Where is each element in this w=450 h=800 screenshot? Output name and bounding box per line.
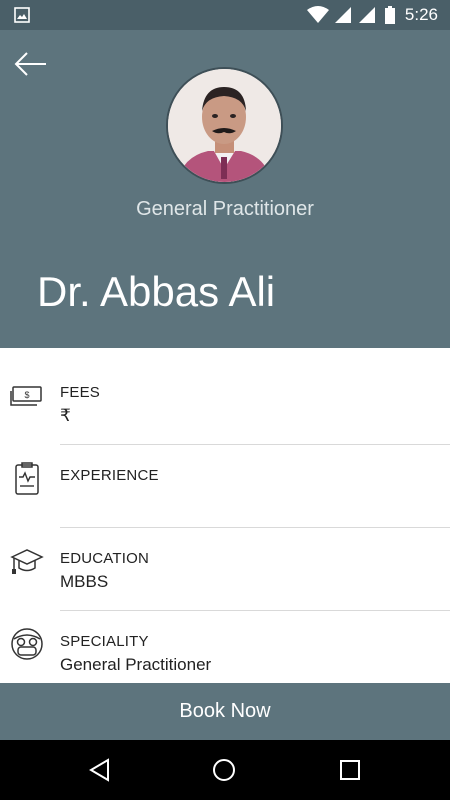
- status-bar: 5:26: [0, 0, 450, 30]
- home-circle-icon[interactable]: [210, 756, 240, 784]
- education-label: EDUCATION: [60, 550, 150, 567]
- graduation-cap-icon: [10, 544, 44, 578]
- detail-row-education: EDUCATION MBBS: [0, 514, 450, 597]
- detail-row-experience: EXPERIENCE: [0, 431, 450, 514]
- signal-icon: [334, 7, 351, 23]
- book-now-button[interactable]: Book Now: [0, 683, 450, 740]
- doctor-mask-icon: [10, 627, 44, 661]
- education-value: MBBS: [60, 572, 109, 591]
- detail-row-fees: $ FEES ₹: [0, 348, 450, 431]
- doctor-details: $ FEES ₹ EXPERIENCE EDUCATION MBBS SPECI…: [0, 348, 450, 683]
- doctor-header: General Practitioner Dr. Abbas Ali: [0, 30, 450, 348]
- speciality-label: SPECIALITY: [60, 633, 149, 650]
- signal-icon: [358, 7, 375, 23]
- status-time: 5:26: [404, 5, 438, 24]
- doctor-avatar: [166, 67, 283, 184]
- svg-text:$: $: [24, 390, 29, 400]
- speciality-value: General Practitioner: [60, 655, 212, 674]
- navigation-bar: [0, 740, 450, 800]
- book-now-label: Book Now: [179, 700, 271, 722]
- detail-row-speciality: SPECIALITY General Practitioner: [0, 597, 450, 680]
- image-notification-icon: [14, 7, 30, 28]
- back-button[interactable]: [14, 50, 50, 78]
- experience-label: EXPERIENCE: [60, 467, 159, 484]
- system-icons: 5:26: [306, 0, 450, 30]
- doctor-name: Dr. Abbas Ali: [37, 268, 276, 315]
- clipboard-icon: [10, 461, 44, 495]
- fees-label: FEES: [60, 384, 100, 401]
- arrow-left-icon: [14, 52, 48, 82]
- battery-icon: [384, 6, 395, 24]
- back-triangle-icon[interactable]: [86, 756, 116, 784]
- cash-icon: $: [10, 378, 44, 412]
- recents-square-icon[interactable]: [336, 756, 366, 784]
- fees-value: ₹: [60, 406, 71, 425]
- doctor-specialty-subtitle: General Practitioner: [136, 198, 314, 220]
- wifi-icon: [306, 6, 329, 24]
- doctor-photo: [168, 69, 281, 182]
